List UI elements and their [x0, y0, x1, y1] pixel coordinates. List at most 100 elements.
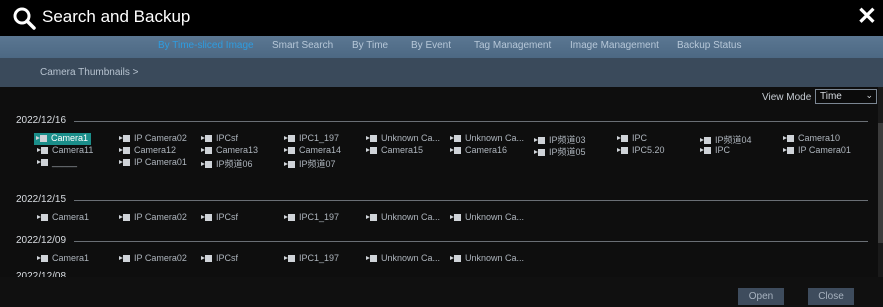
camera-thumbnail[interactable]: IPC1_197 — [284, 133, 339, 145]
window-title: Search and Backup — [42, 7, 191, 26]
camera-name: Camera13 — [216, 145, 259, 155]
camera-icon — [284, 214, 295, 222]
camera-thumbnail[interactable]: IPC — [700, 145, 730, 157]
camera-thumbnail[interactable]: Unknown Ca... — [450, 133, 524, 145]
camera-thumbnail[interactable]: Camera11 — [37, 145, 93, 157]
chevron-down-icon: ⌄ — [865, 90, 873, 100]
view-mode-select[interactable]: Time ⌄ — [815, 89, 877, 104]
camera-thumbnail[interactable]: _____ — [37, 157, 77, 169]
camera-name: IP Camera01 — [134, 157, 187, 167]
breadcrumb: Camera Thumbnails > — [0, 58, 883, 87]
camera-thumbnail[interactable]: Unknown Ca... — [450, 212, 524, 224]
camera-icon — [366, 147, 377, 155]
tab-smart-search[interactable]: Smart Search — [272, 40, 333, 51]
camera-thumbnail[interactable]: Unknown Ca... — [450, 253, 524, 265]
camera-thumbnail[interactable]: Unknown Ca... — [366, 133, 440, 145]
camera-icon — [366, 255, 377, 263]
camera-name: Unknown Ca... — [381, 133, 441, 143]
camera-thumbnail[interactable]: Camera1 — [34, 133, 92, 145]
footer: Open Close — [0, 277, 883, 307]
scrollbar[interactable] — [878, 87, 883, 277]
date-group-header: 2022/12/16 — [16, 115, 868, 127]
camera-thumbnail[interactable]: IP Camera02 — [119, 253, 187, 265]
tab-backup-status[interactable]: Backup Status — [677, 40, 741, 51]
camera-thumbnail[interactable]: IP Camera01 — [119, 157, 187, 169]
camera-name: IP Camera02 — [134, 253, 187, 263]
close-button[interactable]: Close — [808, 288, 854, 305]
camera-icon — [119, 214, 130, 222]
camera-thumbnail[interactable]: IPC — [617, 133, 647, 145]
camera-thumbnail[interactable]: IP频道04 — [700, 133, 752, 145]
camera-icon — [37, 147, 48, 155]
title-bar: Search and Backup ✕ — [0, 0, 883, 36]
camera-name: IP Camera01 — [798, 145, 851, 155]
camera-thumbnail[interactable]: Camera15 — [366, 145, 423, 157]
camera-icon — [201, 214, 212, 222]
view-mode-value: Time — [820, 91, 842, 102]
camera-thumbnail[interactable]: Camera1 — [37, 253, 89, 265]
camera-thumbnail[interactable]: Unknown Ca... — [366, 253, 440, 265]
camera-icon — [783, 147, 794, 155]
date-divider — [16, 121, 868, 122]
camera-thumbnail[interactable]: IP频道06 — [201, 157, 253, 169]
date-label: 2022/12/09 — [16, 235, 75, 246]
camera-icon — [617, 147, 628, 155]
camera-name: IP频道04 — [715, 135, 752, 145]
camera-thumbnail[interactable]: IPC5.20 — [617, 145, 665, 157]
camera-name: Camera10 — [798, 133, 841, 143]
camera-name: Unknown Ca... — [381, 212, 441, 222]
camera-thumbnail[interactable]: IP Camera01 — [783, 145, 851, 157]
camera-name: IPCsf — [216, 133, 239, 143]
scrollbar-thumb[interactable] — [878, 123, 883, 243]
camera-icon — [37, 255, 48, 263]
tab-tag-management[interactable]: Tag Management — [474, 40, 551, 51]
camera-name: IPC1_197 — [299, 253, 340, 263]
tab-by-time[interactable]: By Time — [352, 40, 388, 51]
tab-by-event[interactable]: By Event — [411, 40, 451, 51]
camera-name: Camera12 — [134, 145, 177, 155]
camera-thumbnail[interactable]: Camera14 — [284, 145, 341, 157]
tab-by-time-sliced-image[interactable]: By Time-sliced Image — [158, 40, 254, 51]
date-group-header: 2022/12/09 — [16, 235, 868, 247]
camera-thumbnail[interactable]: IPCsf — [201, 212, 238, 224]
breadcrumb-camera-thumbnails[interactable]: Camera Thumbnails > — [40, 67, 138, 78]
camera-name: IPCsf — [216, 212, 239, 222]
camera-name: IPC — [715, 145, 731, 155]
camera-thumbnail[interactable]: IP Camera02 — [119, 212, 187, 224]
camera-thumbnail[interactable]: IPCsf — [201, 133, 238, 145]
camera-icon — [37, 159, 48, 167]
date-label: 2022/12/16 — [16, 115, 75, 126]
camera-thumbnail[interactable]: IP Camera02 — [119, 133, 187, 145]
camera-thumbnail[interactable]: Camera16 — [450, 145, 507, 157]
camera-name: IP频道06 — [216, 159, 253, 169]
camera-icon — [201, 255, 212, 263]
camera-thumbnail[interactable]: Camera12 — [119, 145, 176, 157]
tab-image-management[interactable]: Image Management — [570, 40, 659, 51]
camera-icon — [617, 135, 628, 143]
view-mode-label: View Mode — [762, 92, 812, 103]
date-divider — [16, 241, 868, 242]
date-divider — [16, 200, 868, 201]
camera-name: Unknown Ca... — [381, 253, 441, 263]
camera-thumbnail[interactable]: Camera13 — [201, 145, 258, 157]
camera-thumbnail[interactable]: Camera1 — [37, 212, 89, 224]
camera-name: IPC5.20 — [632, 145, 665, 155]
camera-thumbnail[interactable]: IPC1_197 — [284, 212, 339, 224]
camera-thumbnail[interactable]: Camera10 — [783, 133, 840, 145]
camera-thumbnail[interactable]: IP频道05 — [534, 145, 586, 157]
camera-name: Unknown Ca... — [465, 133, 525, 143]
camera-icon — [119, 135, 130, 143]
camera-icon — [450, 255, 461, 263]
camera-thumbnail[interactable]: IPCsf — [201, 253, 238, 265]
camera-thumbnail[interactable]: Unknown Ca... — [366, 212, 440, 224]
camera-icon — [450, 147, 461, 155]
camera-icon — [700, 137, 711, 145]
camera-thumbnail[interactable]: IP频道03 — [534, 133, 586, 145]
camera-name: Camera1 — [51, 133, 89, 143]
camera-thumbnail[interactable]: IP频道07 — [284, 157, 336, 169]
close-icon[interactable]: ✕ — [857, 4, 877, 30]
camera-icon — [450, 214, 461, 222]
camera-thumbnail[interactable]: IPC1_197 — [284, 253, 339, 265]
camera-icon — [450, 135, 461, 143]
open-button[interactable]: Open — [738, 288, 784, 305]
